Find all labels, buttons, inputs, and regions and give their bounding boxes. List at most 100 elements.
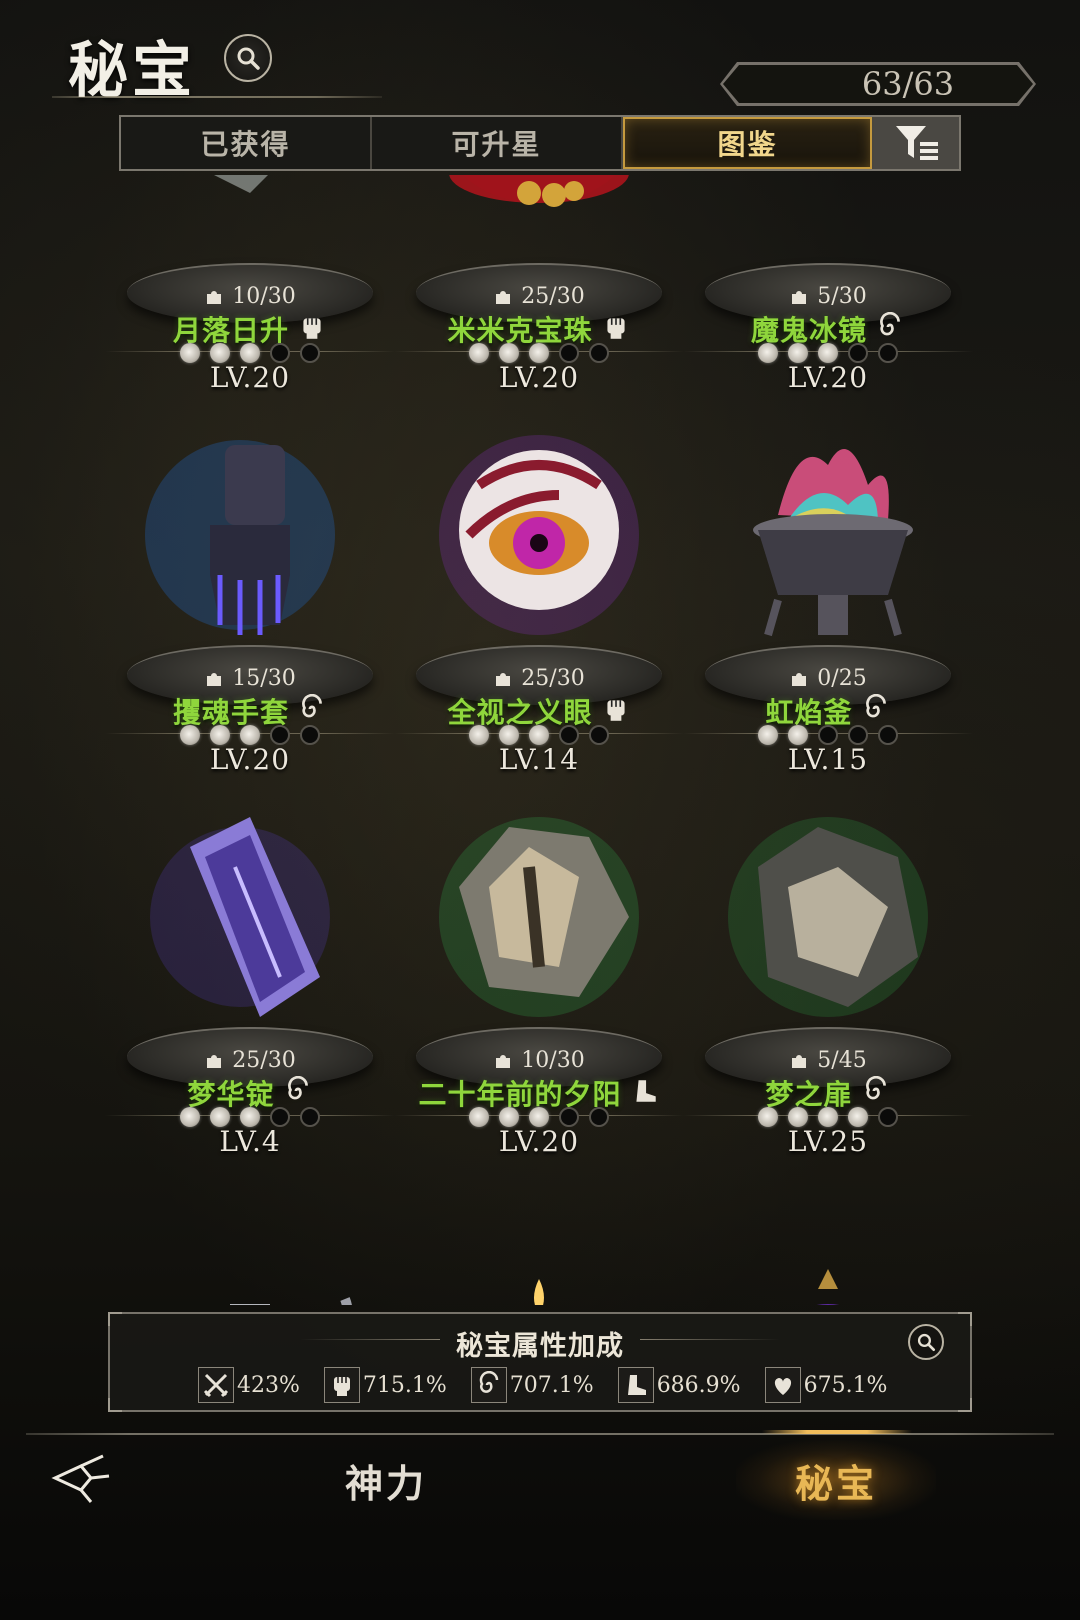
swirl-icon [861,693,891,728]
tab-codex[interactable]: 图鉴 [623,117,874,169]
fragment-count: 25/30 [105,1045,395,1075]
star-pip [240,1107,260,1127]
treasure-name-row: 攫魂手套 [105,693,395,729]
star-pip [529,343,549,363]
stat-value: 707.1% [509,1372,594,1398]
back-button[interactable] [48,1450,118,1506]
crystal-ingot-icon [140,807,360,1027]
treasure-card[interactable]: 25/30 米米克宝珠 LV.20 [394,175,684,425]
treasure-name-row: 全视之义眼 [394,693,684,729]
star-pip [559,343,579,363]
treasure-card[interactable]: 25/30 梦华锭 LV.4 [105,807,395,1189]
star-pip [878,1107,898,1127]
treasure-name-row: 米米克宝珠 [394,311,684,347]
tab-obtained[interactable]: 已获得 [121,117,372,169]
treasure-card[interactable]: 15/30 攫魂手套 LV.20 [105,425,395,807]
fragment-count: 15/30 [105,663,395,693]
fragment-value: 25/30 [232,1047,296,1073]
filter-icon [895,126,938,160]
puzzle-piece-icon [496,673,511,686]
star-rating [683,725,973,745]
treasure-level: LV.20 [209,361,291,394]
swirl-icon [470,1367,507,1403]
star-pip [499,1107,519,1127]
star-pip [788,725,808,745]
filter-button[interactable] [874,117,959,169]
treasure-name-row: 魔鬼冰镜 [683,311,973,347]
star-pip [270,1107,290,1127]
treasure-card[interactable] [683,1189,973,1305]
treasure-card[interactable]: 10/30 二十年前的夕阳 LV.20 [394,807,684,1189]
treasure-card[interactable]: 5/30 魔鬼冰镜 LV.20 [683,175,973,425]
swirl-icon [283,1075,313,1110]
stat-value: 423% [237,1372,300,1398]
treasure-level: LV.15 [787,743,869,776]
star-pip [878,343,898,363]
puzzle-piece-icon [792,673,807,686]
star-pip [559,1107,579,1127]
treasure-card[interactable]: 10/30 月落日升 LV.20 [105,175,395,425]
star-pip [818,725,838,745]
bonus-stats: 423% 715.1% 707.1% 686.9% 675.1% [198,1366,887,1404]
star-pip [270,725,290,745]
flame-cauldron-icon [718,425,938,645]
star-pip [788,343,808,363]
treasure-level: LV.20 [209,743,291,776]
fragment-count: 0/25 [683,663,973,693]
star-pip [270,343,290,363]
nav-divine-power[interactable]: 神力 [286,1440,486,1520]
treasure-card[interactable]: 5/45 梦之扉 LV.25 [683,807,973,1189]
eye-orb-icon [429,425,649,645]
panel-corner [958,1398,972,1412]
star-pip [848,725,868,745]
stat-value: 675.1% [803,1372,888,1398]
star-pip [210,1107,230,1127]
treasure-card[interactable]: 25/30 全视之义眼 LV.14 [394,425,684,807]
teapot-icon [140,1189,360,1305]
star-pip [589,1107,609,1127]
puzzle-piece-icon [496,1055,511,1068]
search-icon [917,1333,936,1352]
fragment-value: 25/30 [521,665,585,691]
star-pip [180,343,200,363]
treasure-card[interactable] [394,1189,684,1305]
treasure-card[interactable]: 0/25 虹焰釜 LV.15 [683,425,973,807]
fist-icon [323,1367,360,1403]
collection-counter: 63/63 [723,65,1033,103]
star-pip [788,1107,808,1127]
tab-upgradable[interactable]: 可升星 [372,117,623,169]
tab-bar: 已获得 可升星 图鉴 [119,115,961,171]
star-pip [589,343,609,363]
bonus-detail-button[interactable] [908,1324,944,1360]
treasure-level: LV.14 [498,743,580,776]
search-button[interactable] [224,34,272,82]
treasure-level: LV.25 [787,1125,869,1158]
puzzle-piece-icon [792,1055,807,1068]
fist-icon [601,312,631,346]
lantern-icon [718,1189,938,1305]
star-rating [394,343,684,363]
star-pip [499,725,519,745]
nav-treasure[interactable]: 秘宝 [736,1440,936,1520]
star-pip [210,725,230,745]
gauntlet-icon [140,425,360,645]
star-pip [529,1107,549,1127]
attribute-bonus-panel: 秘宝属性加成 423% 715.1% 707.1% 686.9% 675.1% [108,1312,972,1412]
fragment-count: 5/30 [683,281,973,311]
star-rating [683,343,973,363]
swirl-icon [875,311,905,346]
treasure-card[interactable] [105,1189,395,1305]
star-pip [848,1107,868,1127]
star-pip [469,725,489,745]
search-icon [237,47,260,70]
treasure-level: LV.20 [498,361,580,394]
star-pip [240,725,260,745]
panel-corner [108,1398,122,1412]
puzzle-piece-icon [207,1055,222,1068]
star-pip [300,725,320,745]
treasure-name-row: 虹焰釜 [683,693,973,729]
stat-speed: 686.9% [617,1367,741,1403]
star-pip [180,725,200,745]
shattered-portrait-icon [429,807,649,1027]
stat-value: 686.9% [656,1372,741,1398]
